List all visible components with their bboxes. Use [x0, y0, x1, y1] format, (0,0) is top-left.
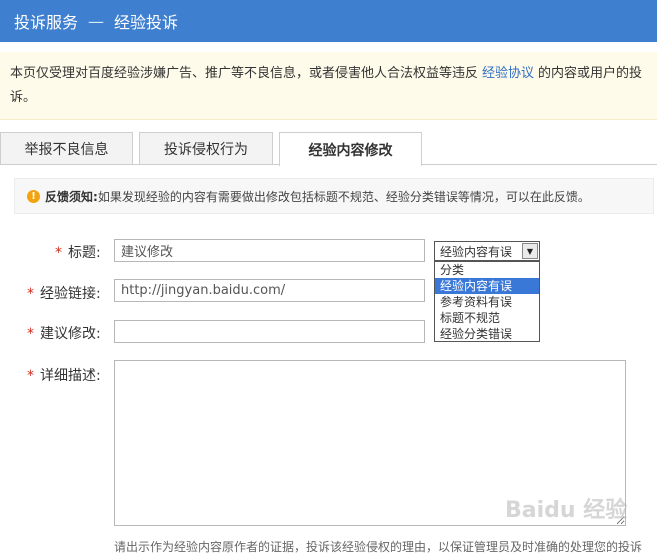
link-label-text: 经验链接: — [40, 286, 101, 302]
feedback-label: 反馈须知: — [45, 189, 98, 204]
notice-box: 本页仅受理对百度经验涉嫌广告、推广等不良信息，或者侵害他人合法权益等违反 经验协议… — [0, 52, 657, 120]
category-dropdown: 分类 经验内容有误 参考资料有误 标题不规范 经验分类错误 — [434, 261, 540, 342]
feedback-notice: ! 反馈须知: 如果发现经验的内容有需要做出修改包括标题不规范、经验分类错误等情… — [14, 178, 654, 214]
detail-label: * 详细描述: — [27, 365, 101, 385]
page-header: 投诉服务 — 经验投诉 — [0, 0, 657, 42]
tab-infringement[interactable]: 投诉侵权行为 — [139, 132, 273, 164]
tab-report-bad-info[interactable]: 举报不良信息 — [0, 132, 133, 164]
title-label: * 标题: — [55, 242, 101, 262]
service-title: 投诉服务 — [14, 13, 79, 32]
agreement-link[interactable]: 经验协议 — [478, 66, 538, 81]
required-mark: * — [27, 326, 34, 342]
header-separator: — — [88, 11, 105, 31]
suggest-input[interactable] — [114, 320, 425, 343]
detail-label-text: 详细描述: — [40, 368, 101, 384]
warning-icon: ! — [27, 189, 40, 203]
notice-text-before: 本页仅受理对百度经验涉嫌广告、推广等不良信息，或者侵害他人合法权益等违反 — [10, 66, 479, 81]
suggest-label-text: 建议修改: — [40, 326, 101, 342]
feedback-text: 如果发现经验的内容有需要做出修改包括标题不规范、经验分类错误等情况，可以在此反馈… — [97, 189, 590, 204]
watermark-logo: Baidu 经验 — [505, 498, 628, 523]
tab-bar: 举报不良信息 投诉侵权行为 经验内容修改 — [0, 132, 657, 166]
category-option[interactable]: 标题不规范 — [435, 310, 539, 326]
required-mark: * — [55, 245, 62, 261]
breadcrumb-current: 经验投诉 — [114, 13, 179, 32]
category-option-selected[interactable]: 经验内容有误 — [435, 278, 539, 294]
category-option[interactable]: 分类 — [435, 262, 539, 278]
chevron-down-icon[interactable]: ▼ — [522, 243, 538, 259]
suggest-label: * 建议修改: — [27, 323, 101, 343]
title-input[interactable] — [114, 239, 425, 262]
category-option[interactable]: 参考资料有误 — [435, 294, 539, 310]
link-label: * 经验链接: — [27, 283, 101, 303]
required-mark: * — [27, 286, 34, 302]
hint-text: 请出示作为经验内容原作者的证据，投诉该经验侵权的理由，以保证管理员及时准确的处理… — [114, 540, 643, 554]
required-mark: * — [27, 368, 34, 384]
link-input[interactable] — [114, 279, 425, 302]
category-select[interactable]: 经验内容有误 ▼ — [434, 241, 540, 261]
title-label-text: 标题: — [68, 245, 101, 261]
category-option[interactable]: 经验分类错误 — [435, 326, 539, 342]
category-selected-value: 经验内容有误 — [440, 244, 513, 259]
tab-content-edit[interactable]: 经验内容修改 — [279, 132, 422, 166]
